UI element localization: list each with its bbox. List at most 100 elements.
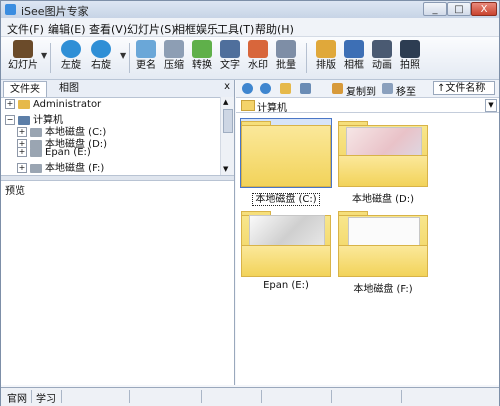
right-panel: 复制到 移至 ↑文件名称 计算机 ▼ 本地磁盘 (C:) 本地磁盘 (D:) E…	[236, 80, 499, 385]
expand-icon[interactable]: +	[5, 99, 15, 109]
user-folder-icon	[18, 99, 30, 109]
scroll-down-icon[interactable]: ▼	[223, 165, 228, 173]
computer-icon	[241, 100, 255, 111]
rename-icon	[136, 40, 156, 58]
frame-icon	[344, 40, 364, 58]
move-to-icon	[382, 83, 393, 94]
status-bar: 官网 学习	[1, 387, 499, 406]
rotate-left-icon	[61, 40, 81, 58]
thumbnail-item[interactable]: 本地磁盘 (C:)	[240, 118, 332, 206]
tree-scrollbar[interactable]: ▲ ▼	[220, 97, 234, 175]
thumbnail-item[interactable]: 本地磁盘 (D:)	[338, 119, 428, 205]
status-separator	[61, 390, 62, 403]
menu-help[interactable]: 帮助(H)	[255, 21, 294, 37]
panel-splitter[interactable]	[1, 175, 234, 181]
menu-edit[interactable]: 编辑(E)	[48, 21, 86, 37]
thumbnail-caption: 本地磁盘 (F:)	[353, 284, 413, 295]
text-icon	[220, 40, 240, 58]
menu-view[interactable]: 查看(V)	[89, 21, 127, 37]
tree-node-drive-c[interactable]: + 本地磁盘 (C:)	[17, 123, 106, 138]
forward-icon[interactable]	[260, 83, 271, 94]
convert-icon	[192, 40, 212, 58]
menu-file[interactable]: 文件(F)	[7, 21, 44, 37]
move-to-button[interactable]: 移至	[396, 83, 416, 98]
status-separator	[401, 390, 402, 403]
copy-to-button[interactable]: 复制到	[346, 83, 376, 98]
capture-label: 拍照	[400, 60, 420, 71]
left-panel: 文件夹 相图 x + Administrator − 计算机 + 本地磁盘 (C:) …	[1, 80, 235, 385]
thumbnail-caption: Epan (E:)	[263, 280, 309, 291]
toolbar: 幻灯片 ▼ 左旋 右旋 ▼ 更名 压缩 转换 文字 水印 批量 排版 相框 动画…	[1, 37, 499, 80]
thumbnail-caption: 本地磁盘 (D:)	[351, 194, 415, 205]
tree-node-drive-e[interactable]: + Epan (E:)	[17, 147, 91, 159]
status-separator	[31, 390, 32, 403]
menu-bar: 文件(F) 编辑(E) 查看(V) 幻灯片(S) 相框娱乐 工具(T) 帮助(H…	[1, 18, 499, 37]
expand-icon[interactable]: +	[17, 147, 27, 157]
panel-close-icon[interactable]: x	[224, 81, 230, 92]
close-button[interactable]: X	[471, 2, 497, 16]
tree-node-administrator[interactable]: + Administrator	[5, 99, 101, 111]
back-icon[interactable]	[242, 83, 253, 94]
animation-icon	[372, 40, 392, 58]
rotate-right-label: 右旋	[91, 60, 111, 71]
thumbnail-item[interactable]: Epan (E:)	[241, 209, 331, 291]
collapse-icon[interactable]: −	[5, 115, 15, 125]
status-separator	[331, 390, 332, 403]
rotate-right-button[interactable]: 右旋	[83, 38, 119, 77]
scroll-up-icon[interactable]: ▲	[223, 98, 228, 106]
tree-node-drive-d[interactable]: + 本地磁盘 (D:)	[17, 135, 107, 150]
up-folder-icon[interactable]	[280, 83, 291, 94]
tree-node-drive-f[interactable]: + 本地磁盘 (F:)	[17, 159, 105, 174]
capture-button[interactable]: 拍照	[392, 38, 428, 77]
compress-icon	[164, 40, 184, 58]
thumbnail-item[interactable]: 本地磁盘 (F:)	[338, 209, 428, 295]
toolbar-separator	[50, 43, 51, 73]
menu-slideshow[interactable]: 幻灯片(S)	[127, 21, 176, 37]
browse-toolbar: 复制到 移至 ↑文件名称	[236, 80, 499, 98]
batch-label: 批量	[276, 60, 296, 71]
folder-icon	[338, 119, 428, 187]
tree-node-label: Epan (E:)	[45, 147, 91, 158]
refresh-icon[interactable]	[300, 83, 311, 94]
folder-icon	[338, 209, 428, 277]
expand-icon[interactable]: +	[17, 163, 27, 173]
toolbar-separator	[306, 43, 307, 73]
status-separator	[129, 390, 130, 403]
status-separator	[201, 390, 202, 403]
scrollbar-thumb[interactable]	[223, 109, 233, 133]
status-official-site[interactable]: 官网	[7, 390, 27, 405]
window-title: iSee图片专家	[21, 5, 89, 18]
tree-node-label: 本地磁盘 (F:)	[45, 163, 105, 174]
slideshow-dropdown-icon[interactable]: ▼	[41, 51, 47, 60]
status-learn[interactable]: 学习	[36, 390, 56, 405]
left-tabs: 文件夹 相图 x	[1, 80, 234, 98]
menu-tools[interactable]: 工具(T)	[217, 21, 254, 37]
app-window: iSee图片专家 _ □ X 文件(F) 编辑(E) 查看(V) 幻灯片(S) …	[0, 0, 500, 406]
tab-albums[interactable]: 相图	[53, 81, 85, 96]
layout-icon	[316, 40, 336, 58]
folder-icon	[240, 118, 332, 188]
sort-dropdown[interactable]: ↑文件名称	[433, 81, 495, 95]
address-dropdown-icon[interactable]: ▼	[485, 99, 497, 112]
thumbnail-caption: 本地磁盘 (C:)	[241, 190, 331, 206]
tree-node-label: Administrator	[33, 99, 102, 110]
rotate-dropdown-icon[interactable]: ▼	[120, 51, 126, 60]
rotate-right-icon	[91, 40, 111, 58]
folder-icon	[241, 209, 331, 277]
minimize-button[interactable]: _	[423, 2, 447, 16]
copy-to-icon	[332, 83, 343, 94]
tree-node-computer[interactable]: − 计算机	[5, 111, 63, 126]
tab-folders[interactable]: 文件夹	[3, 81, 47, 97]
app-icon	[5, 4, 16, 15]
address-bar[interactable]: 计算机 ▼	[236, 98, 499, 114]
batch-button[interactable]: 批量	[268, 38, 304, 77]
watermark-icon	[248, 40, 268, 58]
maximize-button[interactable]: □	[447, 2, 471, 16]
title-bar: iSee图片专家 _ □ X	[1, 1, 499, 18]
drive-icon	[30, 147, 42, 157]
batch-icon	[276, 40, 296, 58]
drive-icon	[30, 163, 42, 173]
menu-frame-fun[interactable]: 相框娱乐	[174, 21, 218, 37]
slideshow-button[interactable]: 幻灯片	[5, 38, 41, 77]
folder-tree: + Administrator − 计算机 + 本地磁盘 (C:) + 本地磁盘 (D:…	[1, 97, 220, 175]
